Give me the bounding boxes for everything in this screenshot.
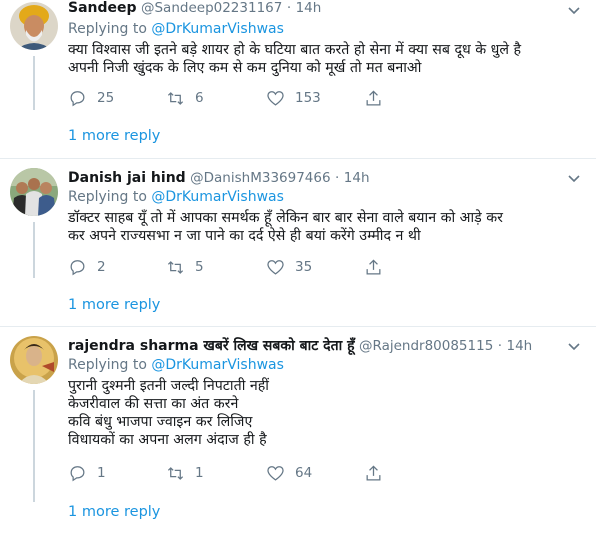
like-button[interactable]: 64 <box>266 463 312 483</box>
more-replies-link[interactable]: 1 more reply <box>68 126 160 146</box>
like-count: 153 <box>295 90 321 106</box>
reply-button[interactable]: 25 <box>68 88 114 108</box>
tweet-actions: 25 6 153 <box>68 88 488 108</box>
thread-line <box>33 56 35 110</box>
mention-link[interactable]: @DrKumarVishwas <box>151 357 284 373</box>
tweet-text: डॉक्टर साहब यूँ तो में आपका समर्थक हूँ ल… <box>68 209 578 245</box>
user-handle[interactable]: @Rajendr80085115 <box>359 338 493 354</box>
heart-icon <box>267 259 284 275</box>
chevron-down-icon[interactable] <box>564 336 584 356</box>
reply-count: 1 <box>97 465 106 481</box>
user-handle[interactable]: @DanishM33697466 <box>190 170 330 186</box>
replying-prefix: Replying to <box>68 189 147 205</box>
reply-button[interactable]: 2 <box>68 257 106 277</box>
timestamp[interactable]: 14h <box>296 0 322 16</box>
user-handle[interactable]: @Sandeep02231167 <box>141 0 282 16</box>
retweet-button[interactable]: 6 <box>166 88 204 108</box>
retweet-button[interactable]: 5 <box>166 257 204 277</box>
timestamp[interactable]: 14h <box>507 338 533 354</box>
avatar[interactable] <box>10 168 58 216</box>
divider <box>0 326 596 327</box>
mention-link[interactable]: @DrKumarVishwas <box>151 21 284 37</box>
tweet-header: Sandeep @Sandeep02231167 · 14h <box>68 0 568 18</box>
tweet-header: rajendra sharma खबरें लिख सबको बाट देता … <box>68 336 568 356</box>
like-count: 64 <box>295 465 313 481</box>
more-replies-link[interactable]: 1 more reply <box>68 502 160 522</box>
tweet-text-line: कर अपने राज्यसभा न जा पाने का दर्द ऐसे ह… <box>68 228 421 244</box>
tweet-text: पुरानी दुश्मनी इतनी जल्दी निपटाती नहीं क… <box>68 377 578 449</box>
reply-button[interactable]: 1 <box>68 463 106 483</box>
divider <box>0 158 596 159</box>
more-replies-link[interactable]: 1 more reply <box>68 295 160 315</box>
replying-prefix: Replying to <box>68 21 147 37</box>
tweet-header: Danish jai hind @DanishM33697466 · 14h <box>68 168 568 188</box>
thread-line <box>33 390 35 502</box>
tweet-text-line: विधायकों का अपना अलग अंदाज ही है <box>68 432 267 448</box>
avatar[interactable] <box>10 2 58 50</box>
reply-icon <box>70 259 85 275</box>
reply-count: 2 <box>97 259 106 275</box>
retweet-icon <box>167 260 184 274</box>
replying-to: Replying to @DrKumarVishwas <box>68 188 284 207</box>
display-name[interactable]: rajendra sharma खबरें लिख सबको बाट देता … <box>68 338 355 354</box>
share-button[interactable] <box>364 88 393 108</box>
separator: · <box>497 338 503 354</box>
share-icon <box>366 258 381 274</box>
reply-icon <box>70 465 85 481</box>
share-button[interactable] <box>364 257 393 277</box>
like-button[interactable]: 153 <box>266 88 321 108</box>
share-icon <box>366 464 381 480</box>
retweet-icon <box>167 91 184 105</box>
share-icon <box>366 89 381 105</box>
chevron-down-icon[interactable] <box>564 168 584 188</box>
retweet-button[interactable]: 1 <box>166 463 204 483</box>
chevron-down-icon[interactable] <box>564 0 584 20</box>
tweet-text-line: पुरानी दुश्मनी इतनी जल्दी निपटाती नहीं <box>68 378 269 394</box>
tweet[interactable]: Danish jai hind @DanishM33697466 · 14h R… <box>0 168 596 328</box>
replying-to: Replying to @DrKumarVishwas <box>68 20 284 39</box>
like-button[interactable]: 35 <box>266 257 312 277</box>
tweet[interactable]: Sandeep @Sandeep02231167 · 14h Replying … <box>0 0 596 160</box>
separator: · <box>286 0 292 16</box>
timestamp[interactable]: 14h <box>344 170 370 186</box>
tweet-text-line: अपनी निजी खुंदक के लिए कम से कम दुनिया क… <box>68 60 422 76</box>
tweet-actions: 1 1 64 <box>68 463 488 483</box>
display-name[interactable]: Danish jai hind <box>68 170 186 186</box>
replying-to: Replying to @DrKumarVishwas <box>68 356 284 375</box>
heart-icon <box>267 465 284 481</box>
retweet-count: 1 <box>195 465 204 481</box>
retweet-icon <box>167 466 184 480</box>
mention-link[interactable]: @DrKumarVishwas <box>151 189 284 205</box>
separator: · <box>335 170 340 186</box>
tweet-text-line: डॉक्टर साहब यूँ तो में आपका समर्थक हूँ ल… <box>68 210 503 226</box>
retweet-count: 6 <box>195 90 204 106</box>
share-button[interactable] <box>364 463 393 483</box>
tweet-text-line: क्या विश्वास जी इतने बड़े शायर हो के घटि… <box>68 42 522 58</box>
tweet-text-line: केजरीवाल की सत्ता का अंत करने <box>68 396 239 412</box>
display-name[interactable]: Sandeep <box>68 0 137 16</box>
reply-count: 25 <box>97 90 115 106</box>
tweet-text-line: कवि बंधु भाजपा ज्वाइन कर लिजिए <box>68 414 253 430</box>
tweet-text: क्या विश्वास जी इतने बड़े शायर हो के घटि… <box>68 41 578 77</box>
heart-icon <box>267 90 284 106</box>
tweet-actions: 2 5 35 <box>68 257 488 277</box>
thread-line <box>33 222 35 278</box>
tweet[interactable]: rajendra sharma खबरें लिख सबको बाट देता … <box>0 336 596 534</box>
like-count: 35 <box>295 259 313 275</box>
retweet-count: 5 <box>195 259 204 275</box>
reply-icon <box>70 90 85 106</box>
avatar[interactable] <box>10 336 58 384</box>
replying-prefix: Replying to <box>68 357 147 373</box>
